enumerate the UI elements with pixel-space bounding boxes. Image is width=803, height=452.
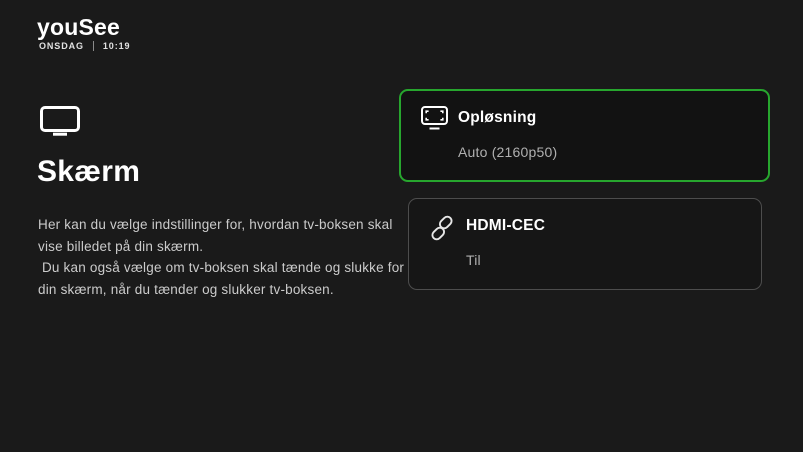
tv-icon [40, 106, 80, 141]
menu-item-label: Opløsning [458, 109, 536, 127]
yousee-logo: youSee [37, 14, 120, 41]
menu-item-label: HDMI-CEC [466, 217, 545, 235]
hdmi-cec-icon [429, 214, 455, 247]
time-label: 10:19 [103, 41, 131, 51]
page-description: Her kan du vælge indstillinger for, hvor… [38, 214, 418, 300]
resolution-icon [421, 106, 448, 135]
day-label: ONSDAG [39, 41, 84, 51]
settings-screen: youSee ONSDAG 10:19 Skærm Her kan du væl… [0, 0, 803, 452]
menu-item-value: Til [466, 252, 481, 268]
menu-item-hdmi-cec[interactable]: HDMI-CEC Til [408, 198, 762, 290]
separator-divider [93, 41, 94, 51]
menu-item-resolution[interactable]: Opløsning Auto (2160p50) [399, 89, 770, 182]
menu-item-value: Auto (2160p50) [458, 144, 557, 160]
datetime: ONSDAG 10:19 [39, 41, 130, 51]
page-title: Skærm [37, 155, 140, 189]
